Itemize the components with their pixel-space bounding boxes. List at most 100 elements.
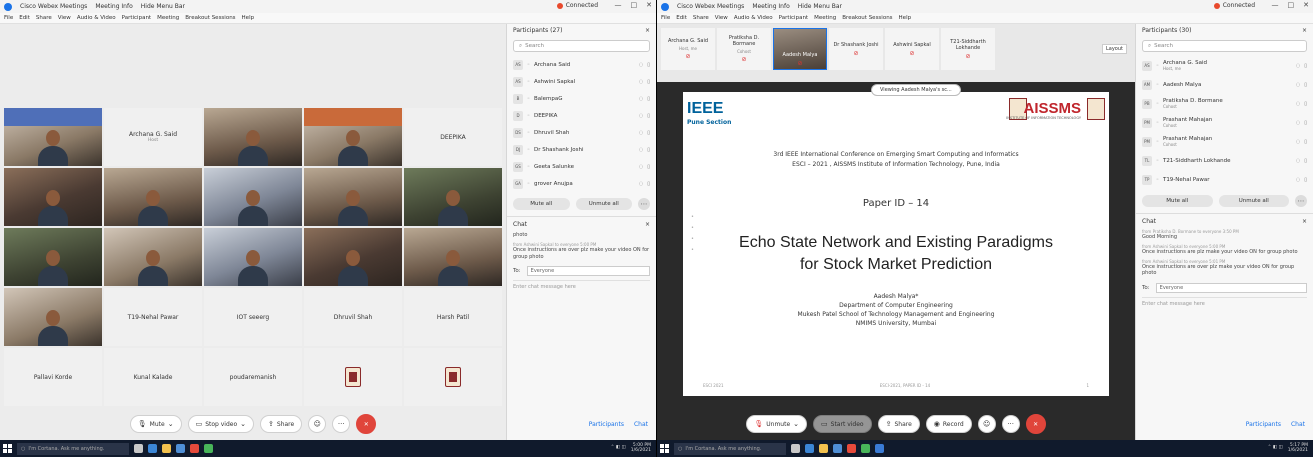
camera-icon[interactable]: ▯	[647, 147, 650, 153]
camera-icon[interactable]: ▯	[1304, 158, 1307, 164]
webex-taskbar-icon[interactable]	[204, 444, 213, 453]
chat-input[interactable]: Enter chat message here	[513, 280, 650, 298]
video-tile[interactable]	[4, 108, 102, 166]
title-tab-meeting-info[interactable]: Meeting Info	[752, 3, 789, 10]
camera-icon[interactable]: ▯	[647, 164, 650, 170]
name-tile[interactable]: T19-Nehal Pawar	[104, 288, 202, 346]
viewing-banner[interactable]: Viewing Aadesh Malya's sc...	[871, 84, 961, 96]
close-button[interactable]: ✕	[646, 1, 652, 9]
camera-icon[interactable]: ▯	[647, 62, 650, 68]
connection-status[interactable]: Connected	[1213, 2, 1255, 9]
mute-all-button[interactable]: Mute all	[513, 198, 570, 210]
menu-meeting[interactable]: Meeting	[814, 15, 836, 21]
recipient-select[interactable]: Everyone	[1155, 283, 1307, 293]
menu-share[interactable]: Share	[36, 15, 52, 21]
recipient-select[interactable]: Everyone	[526, 266, 650, 277]
menu-file[interactable]: File	[4, 15, 13, 21]
participant-row[interactable]: DS ◦ Dhruvil Shah ◌ ▯	[507, 124, 656, 141]
camera-icon[interactable]: ▯	[647, 79, 650, 85]
more-options-button[interactable]: ☺	[308, 415, 327, 433]
participant-thumbnail[interactable]: Pratiksha D. Bormane Cohost ⊘	[717, 28, 771, 70]
close-button[interactable]: ✕	[1303, 1, 1309, 9]
more-options-button[interactable]: ···	[332, 415, 351, 433]
participant-row[interactable]: B ◦ BalempaG ◌ ▯	[507, 90, 656, 107]
microphone-icon[interactable]: ◌	[1296, 177, 1300, 183]
chevron-down-icon[interactable]: ⌄	[168, 420, 174, 428]
title-tab-meeting-info[interactable]: Meeting Info	[95, 3, 132, 10]
menu-file[interactable]: File	[661, 15, 670, 21]
store-icon[interactable]	[833, 444, 842, 453]
video-tile[interactable]	[4, 288, 102, 346]
video-tile[interactable]	[4, 228, 102, 286]
video-tile[interactable]	[304, 108, 402, 166]
participant-thumbnail[interactable]: Ashwini Sapkal ⊘	[885, 28, 939, 70]
chevron-down-icon[interactable]: ⌄	[793, 420, 799, 428]
participant-row[interactable]: DJ ◦ Dr Shashank Joshi ◌ ▯	[507, 141, 656, 158]
microphone-icon[interactable]: ◌	[1296, 82, 1300, 88]
participants-tab[interactable]: Participants	[589, 421, 624, 428]
microphone-icon[interactable]: ◌	[1296, 101, 1300, 107]
participant-row[interactable]: TP ◦ T19-Nehal Pawar ◌ ▯	[1136, 170, 1313, 189]
menu-view[interactable]: View	[58, 15, 71, 21]
video-tile[interactable]	[404, 228, 502, 286]
microphone-icon[interactable]: ◌	[639, 147, 643, 153]
participant-thumbnail[interactable]: Dr Shashank Joshi ⊘	[829, 28, 883, 70]
camera-icon[interactable]: ▯	[1304, 101, 1307, 107]
name-tile[interactable]: Kunal Kalade	[104, 348, 202, 406]
close-icon[interactable]: ×	[1302, 218, 1307, 225]
minimize-button[interactable]: —	[1272, 1, 1279, 9]
participant-thumbnail[interactable]: Aadesh Malya ⊘	[773, 28, 827, 70]
menu-edit[interactable]: Edit	[676, 15, 687, 21]
reactions-button[interactable]: ☺	[977, 415, 996, 433]
microphone-icon[interactable]: ◌	[639, 130, 643, 136]
participant-row[interactable]: PB ◦ Pratiksha D. Bormane Cohost ◌ ▯	[1136, 94, 1313, 113]
menu-participant[interactable]: Participant	[122, 15, 151, 21]
video-tile[interactable]	[204, 228, 302, 286]
participant-row[interactable]: AS ◦ Archana Said ◌ ▯	[507, 56, 656, 73]
camera-icon[interactable]: ▯	[1304, 177, 1307, 183]
edge-icon[interactable]	[805, 444, 814, 453]
participant-thumbnail[interactable]: Archana G. Said Host, me ⊘	[661, 28, 715, 70]
video-tile[interactable]	[304, 168, 402, 226]
clock[interactable]: 5:00 PM 1/6/2021	[631, 443, 651, 454]
camera-icon[interactable]: ▯	[647, 113, 650, 119]
participants-tab[interactable]: Participants	[1246, 421, 1281, 428]
tray-icons[interactable]: ⌃ ◧ ◫	[1268, 445, 1283, 451]
microphone-icon[interactable]: ◌	[1296, 63, 1300, 69]
start-video-button[interactable]: ▭ Start video	[813, 415, 872, 433]
menu-audio-video[interactable]: Audio & Video	[77, 15, 116, 21]
menu-audio-video[interactable]: Audio & Video	[734, 15, 773, 21]
video-tile[interactable]	[204, 168, 302, 226]
participant-search-input[interactable]: ⌕ Search	[1142, 40, 1307, 52]
mute-all-button[interactable]: Mute all	[1142, 195, 1213, 207]
task-view-icon[interactable]	[791, 444, 800, 453]
menu-meeting[interactable]: Meeting	[157, 15, 179, 21]
minimize-button[interactable]: —	[615, 1, 622, 9]
windows-start-icon[interactable]	[3, 444, 12, 453]
video-tile[interactable]	[104, 168, 202, 226]
menu-edit[interactable]: Edit	[19, 15, 30, 21]
microphone-icon[interactable]: ◌	[1296, 139, 1300, 145]
file-explorer-icon[interactable]	[162, 444, 171, 453]
more-icon[interactable]: ⋯	[1295, 195, 1307, 207]
cortana-search[interactable]: ○ I'm Cortana. Ask me anything.	[674, 442, 786, 455]
video-tile[interactable]	[404, 168, 502, 226]
record-button[interactable]: ◉ Record	[925, 415, 972, 433]
chat-title[interactable]: Chat	[513, 221, 527, 228]
crest-tile[interactable]	[304, 348, 402, 406]
microphone-icon[interactable]: ◌	[639, 96, 643, 102]
chrome-icon[interactable]	[190, 444, 199, 453]
edge-icon[interactable]	[148, 444, 157, 453]
chat-tab[interactable]: Chat	[1291, 421, 1305, 428]
participant-thumbnail[interactable]: T21-Siddharth Lokhande ⊘	[941, 28, 995, 70]
participants-title[interactable]: Participants (27)	[513, 27, 562, 34]
microphone-icon[interactable]: ◌	[1296, 158, 1300, 164]
layout-button[interactable]: Layout	[1102, 44, 1127, 54]
crest-tile[interactable]	[404, 348, 502, 406]
chat-input[interactable]: Enter chat message here	[1142, 297, 1307, 315]
app-icon[interactable]	[875, 444, 884, 453]
name-tile[interactable]: IOT seeerg	[204, 288, 302, 346]
camera-icon[interactable]: ▯	[1304, 82, 1307, 88]
connection-status[interactable]: Connected	[556, 2, 598, 9]
maximize-button[interactable]: □	[1288, 1, 1295, 9]
